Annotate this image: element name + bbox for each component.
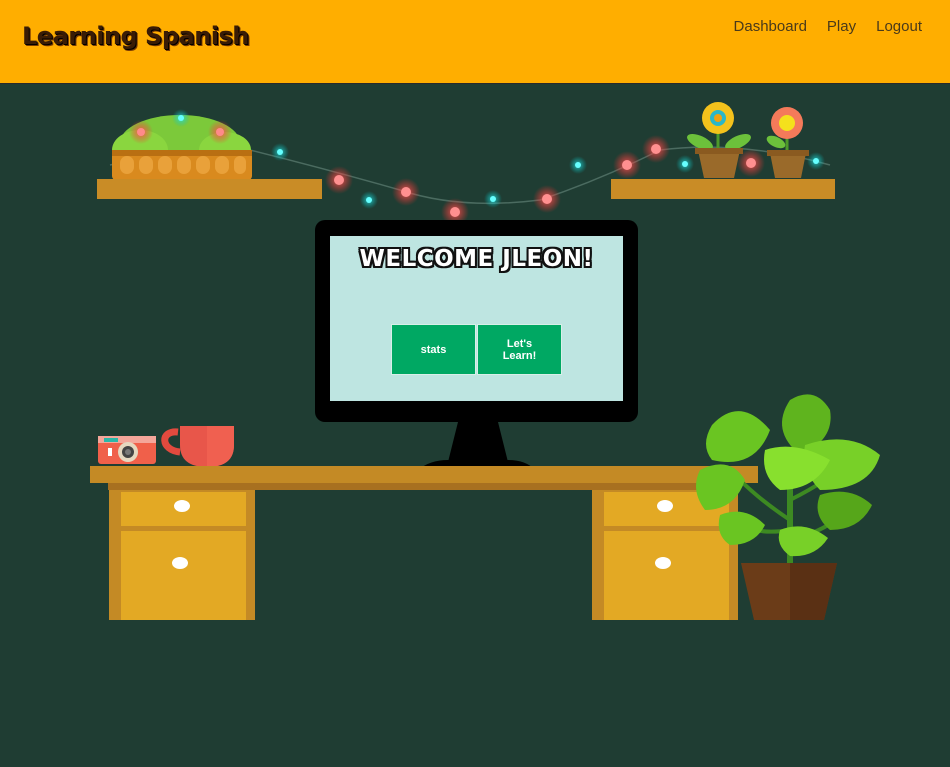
camera-icon [98,436,156,464]
monitor-screen: WELCOME JLEON! stats Let's Learn! [330,236,623,401]
nav-links: Dashboard Play Logout [734,18,922,35]
nav-dashboard-link[interactable]: Dashboard [734,18,807,35]
welcome-heading: WELCOME JLEON! [359,246,594,272]
desk [90,466,758,620]
brand-title[interactable]: Learning Spanish [22,22,249,50]
stats-button[interactable]: stats [391,324,476,375]
right-shelf [611,179,835,199]
pink-flower-icon [766,107,809,178]
desk-scene-illustration [90,102,880,620]
nav-logout-link[interactable]: Logout [876,18,922,35]
nav-play-link[interactable]: Play [827,18,856,35]
mug-icon [161,426,234,467]
lets-learn-button[interactable]: Let's Learn! [477,324,562,375]
navbar: Learning Spanish Dashboard Play Logout [0,0,950,84]
left-shelf [97,179,322,199]
